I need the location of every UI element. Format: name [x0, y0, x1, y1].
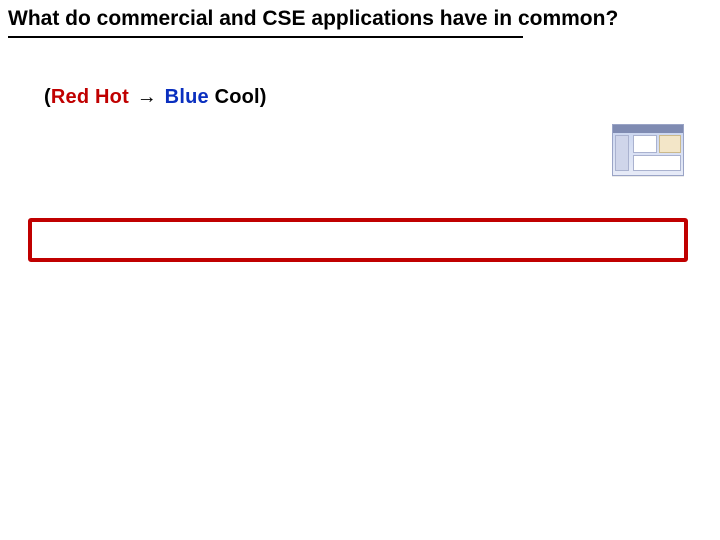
thumbnail-sidebar: [615, 135, 629, 171]
thumbnail-pane: [633, 135, 657, 153]
blue-text: Blue: [165, 86, 209, 108]
subheading: (Red Hot → Blue Cool): [44, 86, 267, 109]
slide-title-block: What do commercial and CSE applications …: [0, 0, 720, 38]
thumbnail-pane: [633, 155, 681, 171]
screenshot-thumbnail: [612, 124, 684, 176]
highlight-rectangle: [28, 218, 688, 262]
red-hot-text: Red Hot: [51, 86, 129, 108]
thumbnail-pane: [659, 135, 681, 153]
arrow-icon: →: [135, 86, 159, 108]
title-underline: [8, 36, 523, 38]
cool-text: Cool): [209, 86, 267, 108]
thumbnail-titlebar: [613, 125, 683, 133]
paren-open: (: [44, 86, 51, 108]
slide-title: What do commercial and CSE applications …: [8, 6, 712, 32]
